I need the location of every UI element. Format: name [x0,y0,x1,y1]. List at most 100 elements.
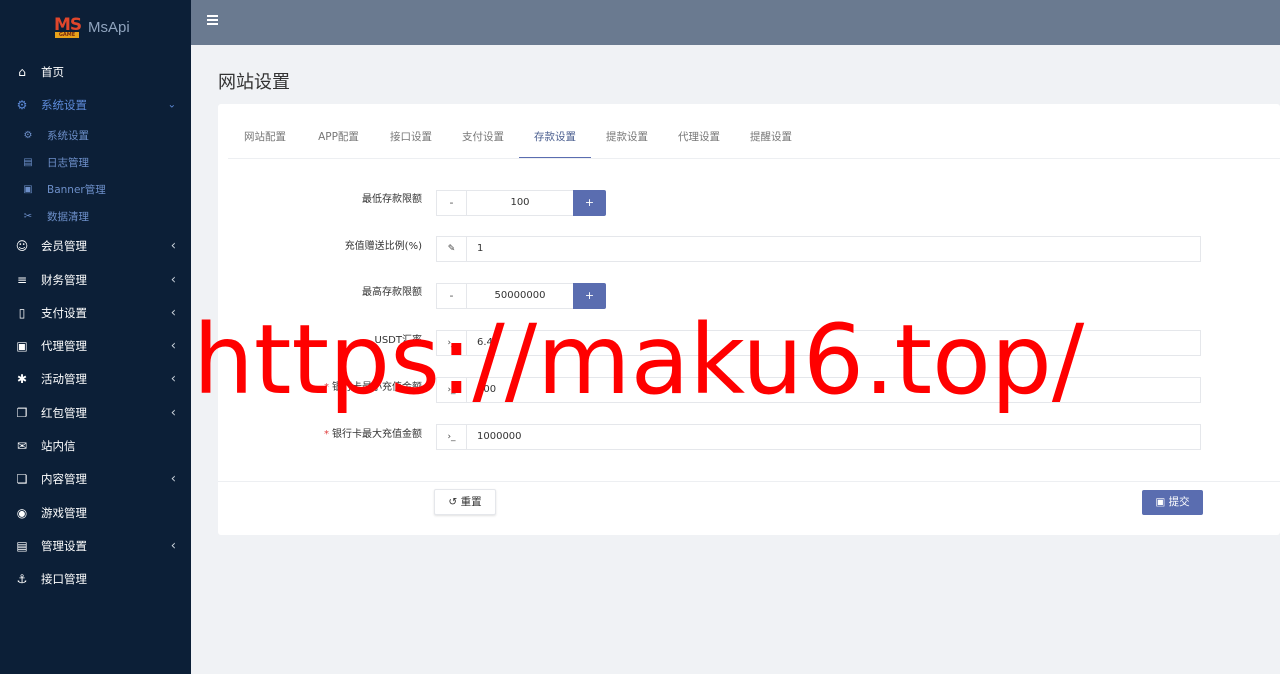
reset-button[interactable]: ↺ 重置 [434,489,496,515]
sidebar-item-label: 数据清理 [47,210,89,223]
sidebar-item-label: 代理管理 [41,339,87,354]
sidebar-item-label: 系统设置 [41,97,87,112]
tab-0[interactable]: 网站配置 [228,121,302,159]
settings-card: 网站配置 APP配置 接口设置 支付设置 存款设置 提款设置 代理设置 提醒设置 最低存款限额… [218,104,1280,535]
bookmark-icon: ▯ [18,305,26,320]
sidebar: MS GAME MsApi ⌂ 首页 ⚙ 系统设置 ⌄ ⚙ 系统设置 ▤ 日志管理 ▣ Banner… [0,0,191,674]
max-deposit-input[interactable]: 50000000 [467,283,573,309]
terminal-icon: ›_ [437,378,467,402]
topbar [191,0,1280,45]
tab-6[interactable]: 代理设置 [663,121,735,159]
sidebar-item-label: 支付设置 [41,305,87,320]
required-mark: * [324,382,329,393]
sidebar-item-9[interactable]: ▣ 代理管理 ‹ [0,329,191,362]
bank-max-input[interactable]: 1000000 [467,425,522,449]
max-deposit-increment-button[interactable]: + [573,283,606,309]
sidebar-item-label: 活动管理 [41,372,87,387]
required-mark: * [324,429,329,440]
bank-max-label: * 银行卡最大充值金额 [324,429,422,440]
menu-toggle-icon[interactable] [207,15,218,25]
file-icon: ▤ [23,156,33,168]
user-icon: ☺ [15,239,29,254]
min-deposit-decrement-button[interactable]: - [436,190,467,216]
bonus-ratio-input[interactable]: 1 [467,237,483,261]
usdt-rate-input[interactable]: 6.4 [467,331,493,355]
chevron-left-icon: ‹ [170,471,176,487]
sidebar-item-13[interactable]: ❏ 内容管理 ‹ [0,463,191,496]
form-row-bank-min: * 银行卡最小充值金额 ›_ 100 [218,377,1280,403]
chevron-left-icon: ‹ [170,405,176,421]
form-row-bank-max: * 银行卡最大充值金额 ›_ 1000000 [218,424,1280,450]
sidebar-item-10[interactable]: ✱ 活动管理 ‹ [0,363,191,396]
tab-4[interactable]: 存款设置 [519,121,591,159]
sidebar-item-6[interactable]: ☺ 会员管理 ‹ [0,230,191,263]
sidebar-item-5[interactable]: ✂ 数据清理 [0,203,191,230]
tab-divider [228,158,1280,159]
min-deposit-increment-button[interactable]: + [573,190,606,216]
chevron-left-icon: ‹ [170,238,176,254]
sidebar-item-label: 首页 [41,64,64,79]
chevron-left-icon: ‹ [170,305,176,321]
sidebar-item-label: 系统设置 [47,129,89,142]
bank-min-field: ›_ 100 [436,377,1201,403]
bonus-ratio-field: ✎ 1 [436,236,1201,262]
max-deposit-decrement-button[interactable]: - [436,283,467,309]
max-deposit-label: 最高存款限额 [362,287,422,298]
bank-min-label: * 银行卡最小充值金额 [324,382,422,393]
sidebar-item-11[interactable]: ❐ 红包管理 ‹ [0,396,191,429]
usdt-rate-label: USDT汇率 [374,335,422,346]
tab-3[interactable]: 支付设置 [447,121,519,159]
tab-1[interactable]: APP配置 [302,121,375,159]
chevron-left-icon: ‹ [170,538,176,554]
sidebar-item-0[interactable]: ⌂ 首页 [0,55,191,88]
sidebar-item-label: Banner管理 [47,183,106,196]
sidebar-item-label: 会员管理 [41,239,87,254]
sidebar-item-7[interactable]: ≡ 财务管理 ‹ [0,263,191,296]
min-deposit-label: 最低存款限额 [362,194,422,205]
sidebar-item-2[interactable]: ⚙ 系统设置 [0,122,191,149]
sidebar-item-label: 财务管理 [41,272,87,287]
save-icon: ▣ [1155,496,1166,508]
mail-icon: ✉ [16,439,28,454]
tab-5[interactable]: 提款设置 [591,121,663,159]
sidebar-item-8[interactable]: ▯ 支付设置 ‹ [0,296,191,329]
app-name: MsApi [88,19,130,36]
database-icon: ≡ [16,272,28,287]
page-title: 网站设置 [218,72,290,93]
logo-mark-icon: MS GAME [54,14,82,38]
chevron-left-icon: ‹ [170,272,176,288]
sidebar-item-16[interactable]: ⚓ 接口管理 [0,563,191,596]
sidebar-item-1[interactable]: ⚙ 系统设置 ⌄ [0,88,191,121]
sidebar-item-4[interactable]: ▣ Banner管理 [0,176,191,203]
logo[interactable]: MS GAME MsApi [0,0,191,55]
bank-max-field: ›_ 1000000 [436,424,1201,450]
sidebar-item-15[interactable]: ▤ 管理设置 ‹ [0,529,191,562]
home-icon: ⌂ [18,64,26,79]
copy-icon: ❏ [16,472,28,487]
chevron-left-icon: ‹ [170,371,176,387]
sidebar-item-14[interactable]: ◉ 游戏管理 [0,496,191,529]
tab-2[interactable]: 接口设置 [375,121,447,159]
sidebar-item-3[interactable]: ▤ 日志管理 [0,149,191,176]
form-row-max-deposit: 最高存款限额 - 50000000 + [218,283,1280,309]
form-row-usdt-rate: USDT汇率 ›_ 6.4 [218,330,1280,356]
tab-7[interactable]: 提醒设置 [735,121,807,159]
sidebar-item-label: 接口管理 [41,572,87,587]
contact-icon: ▣ [16,339,28,354]
chevron-down-icon: ⌄ [167,99,176,111]
image-icon: ▣ [23,183,33,195]
sidebar-item-label: 内容管理 [41,472,87,487]
min-deposit-input[interactable]: 100 [467,190,573,216]
scissors-icon: ✂ [23,210,33,222]
bank-min-input[interactable]: 100 [467,378,496,402]
submit-button[interactable]: ▣ 提交 [1142,490,1203,515]
id-card-icon: ▤ [16,538,28,553]
sidebar-menu: ⌂ 首页 ⚙ 系统设置 ⌄ ⚙ 系统设置 ▤ 日志管理 ▣ Banner管理 ✂ 数据清理 ☺ 会员管理 ‹ ≡… [0,55,191,596]
card-footer-divider [218,481,1280,482]
sidebar-item-12[interactable]: ✉ 站内信 [0,429,191,462]
tab-bar: 网站配置 APP配置 接口设置 支付设置 存款设置 提款设置 代理设置 提醒设置 [228,121,807,159]
clone-icon: ❐ [16,405,28,420]
terminal-icon: ›_ [437,425,467,449]
min-deposit-stepper: - 100 + [436,190,606,216]
activity-icon: ✱ [16,372,28,387]
